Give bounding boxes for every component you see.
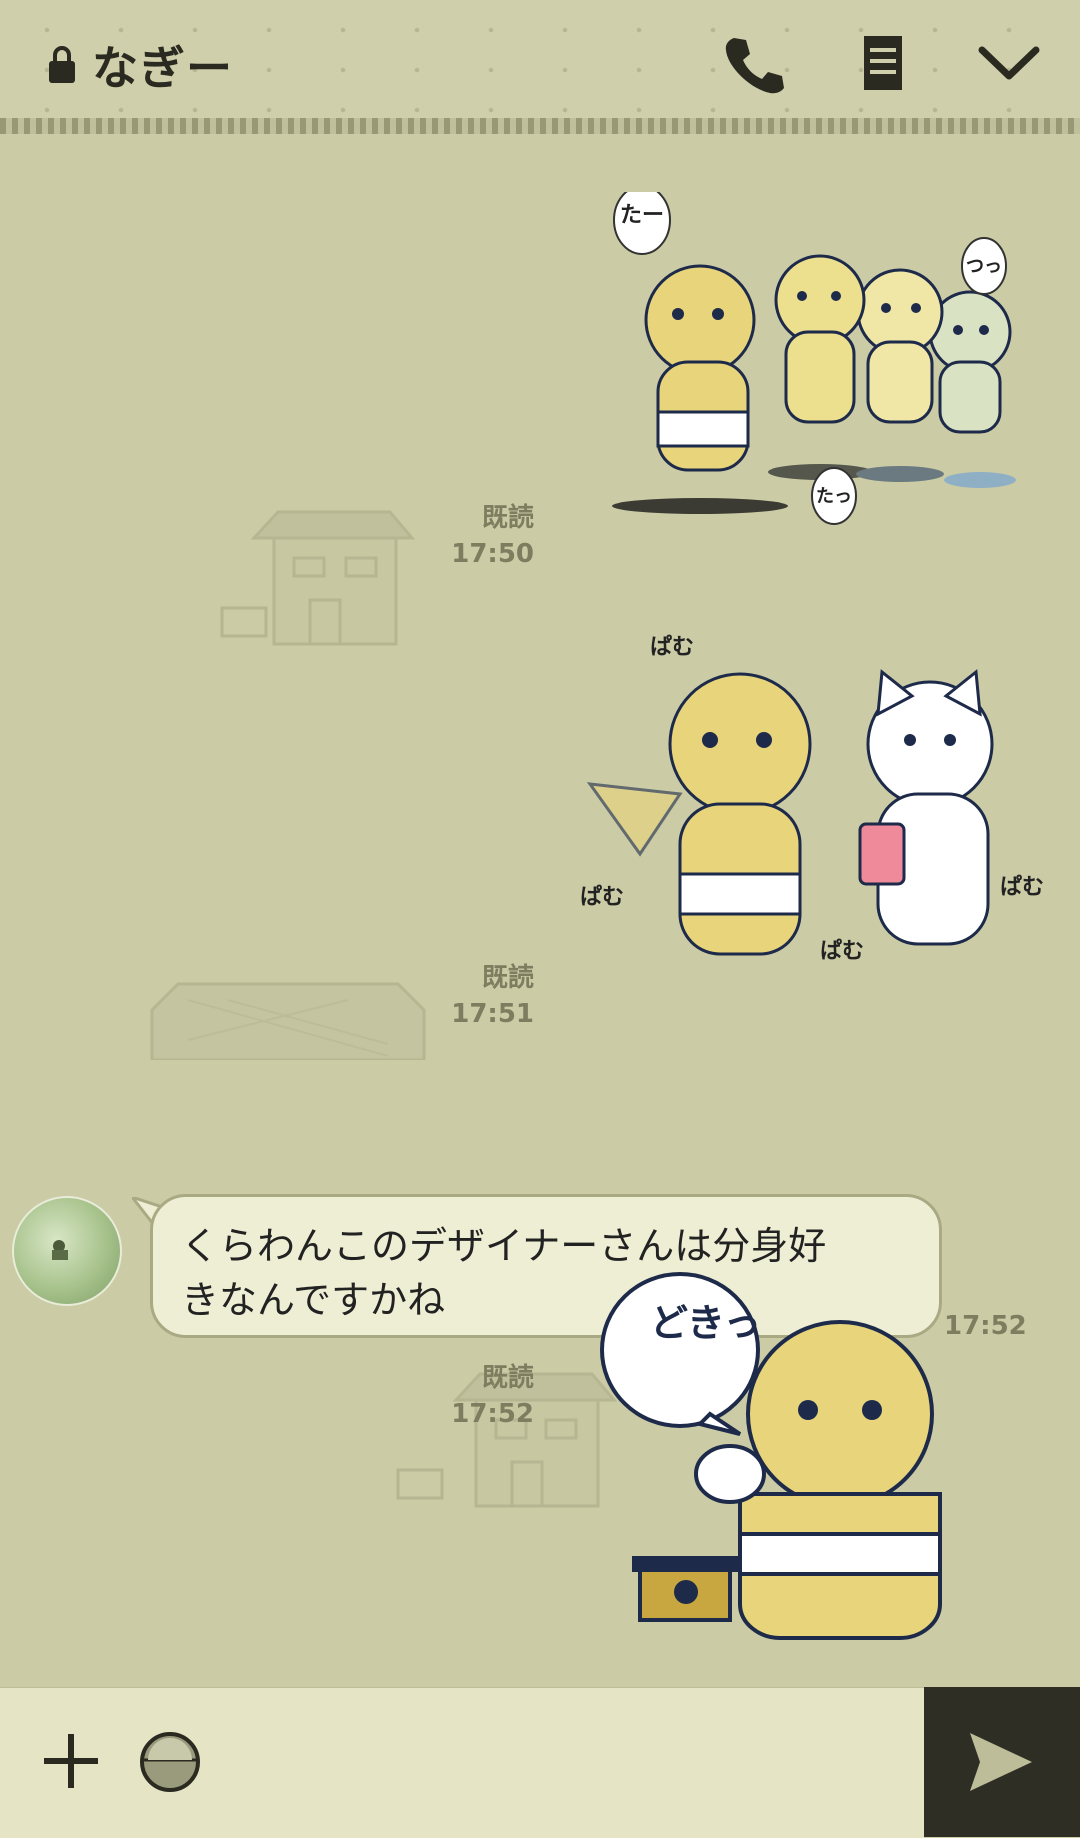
lock-icon: [49, 46, 75, 83]
read-receipt: 既読: [481, 963, 534, 993]
sticker-text: ぱむ: [820, 938, 864, 964]
message-meta: 既読 17:51: [440, 960, 534, 1032]
sticker-text: たー: [620, 203, 664, 228]
message-time: 17:50: [451, 539, 534, 569]
notes-icon[interactable]: [850, 30, 916, 96]
plus-icon[interactable]: [40, 1730, 102, 1792]
sticker-dog-and-cat[interactable]: ぱむ ぱむ ぱむ ぱむ: [560, 624, 1050, 1004]
message-time: 17:51: [451, 999, 534, 1029]
read-receipt: 既読: [481, 503, 534, 533]
sticker-running-dogs[interactable]: たー つっ たっ: [600, 192, 1030, 530]
sticker-text: たっ: [816, 486, 852, 507]
sticker-dog-with-rice[interactable]: どきっ: [590, 1264, 1020, 1644]
message-time: 17:52: [451, 1399, 534, 1429]
chat-header: なぎー: [0, 0, 1080, 122]
sticker-text: ぱむ: [650, 634, 694, 660]
chevron-down-icon[interactable]: [976, 30, 1042, 96]
message-meta: 既読 17:52: [440, 1360, 534, 1432]
send-icon: [970, 1733, 1032, 1791]
sticker-ball-icon[interactable]: [138, 1730, 202, 1794]
chat-title[interactable]: なぎー: [92, 32, 233, 98]
avatar[interactable]: [12, 1196, 122, 1306]
background-house-illustration: [220, 510, 416, 646]
chat-area[interactable]: たー つっ たっ 既読 17:50 ぱむ ぱむ ぱむ ぱむ 既読 17:51 く…: [0, 134, 1080, 1686]
sticker-text: ぱむ: [1000, 874, 1044, 900]
sticker-text: どきっ: [650, 1301, 761, 1345]
message-meta: 既読 17:50: [440, 500, 534, 572]
header-border: [0, 118, 1080, 134]
read-receipt: 既読: [481, 1363, 534, 1393]
background-fence-illustration: [150, 982, 426, 1060]
send-button[interactable]: [924, 1687, 1080, 1837]
sticker-text: ぱむ: [580, 884, 624, 910]
sticker-text: つっ: [966, 256, 1002, 277]
message-input-bar: [0, 1687, 924, 1838]
avatar-photo: [52, 1240, 68, 1260]
phone-icon[interactable]: [720, 30, 786, 96]
